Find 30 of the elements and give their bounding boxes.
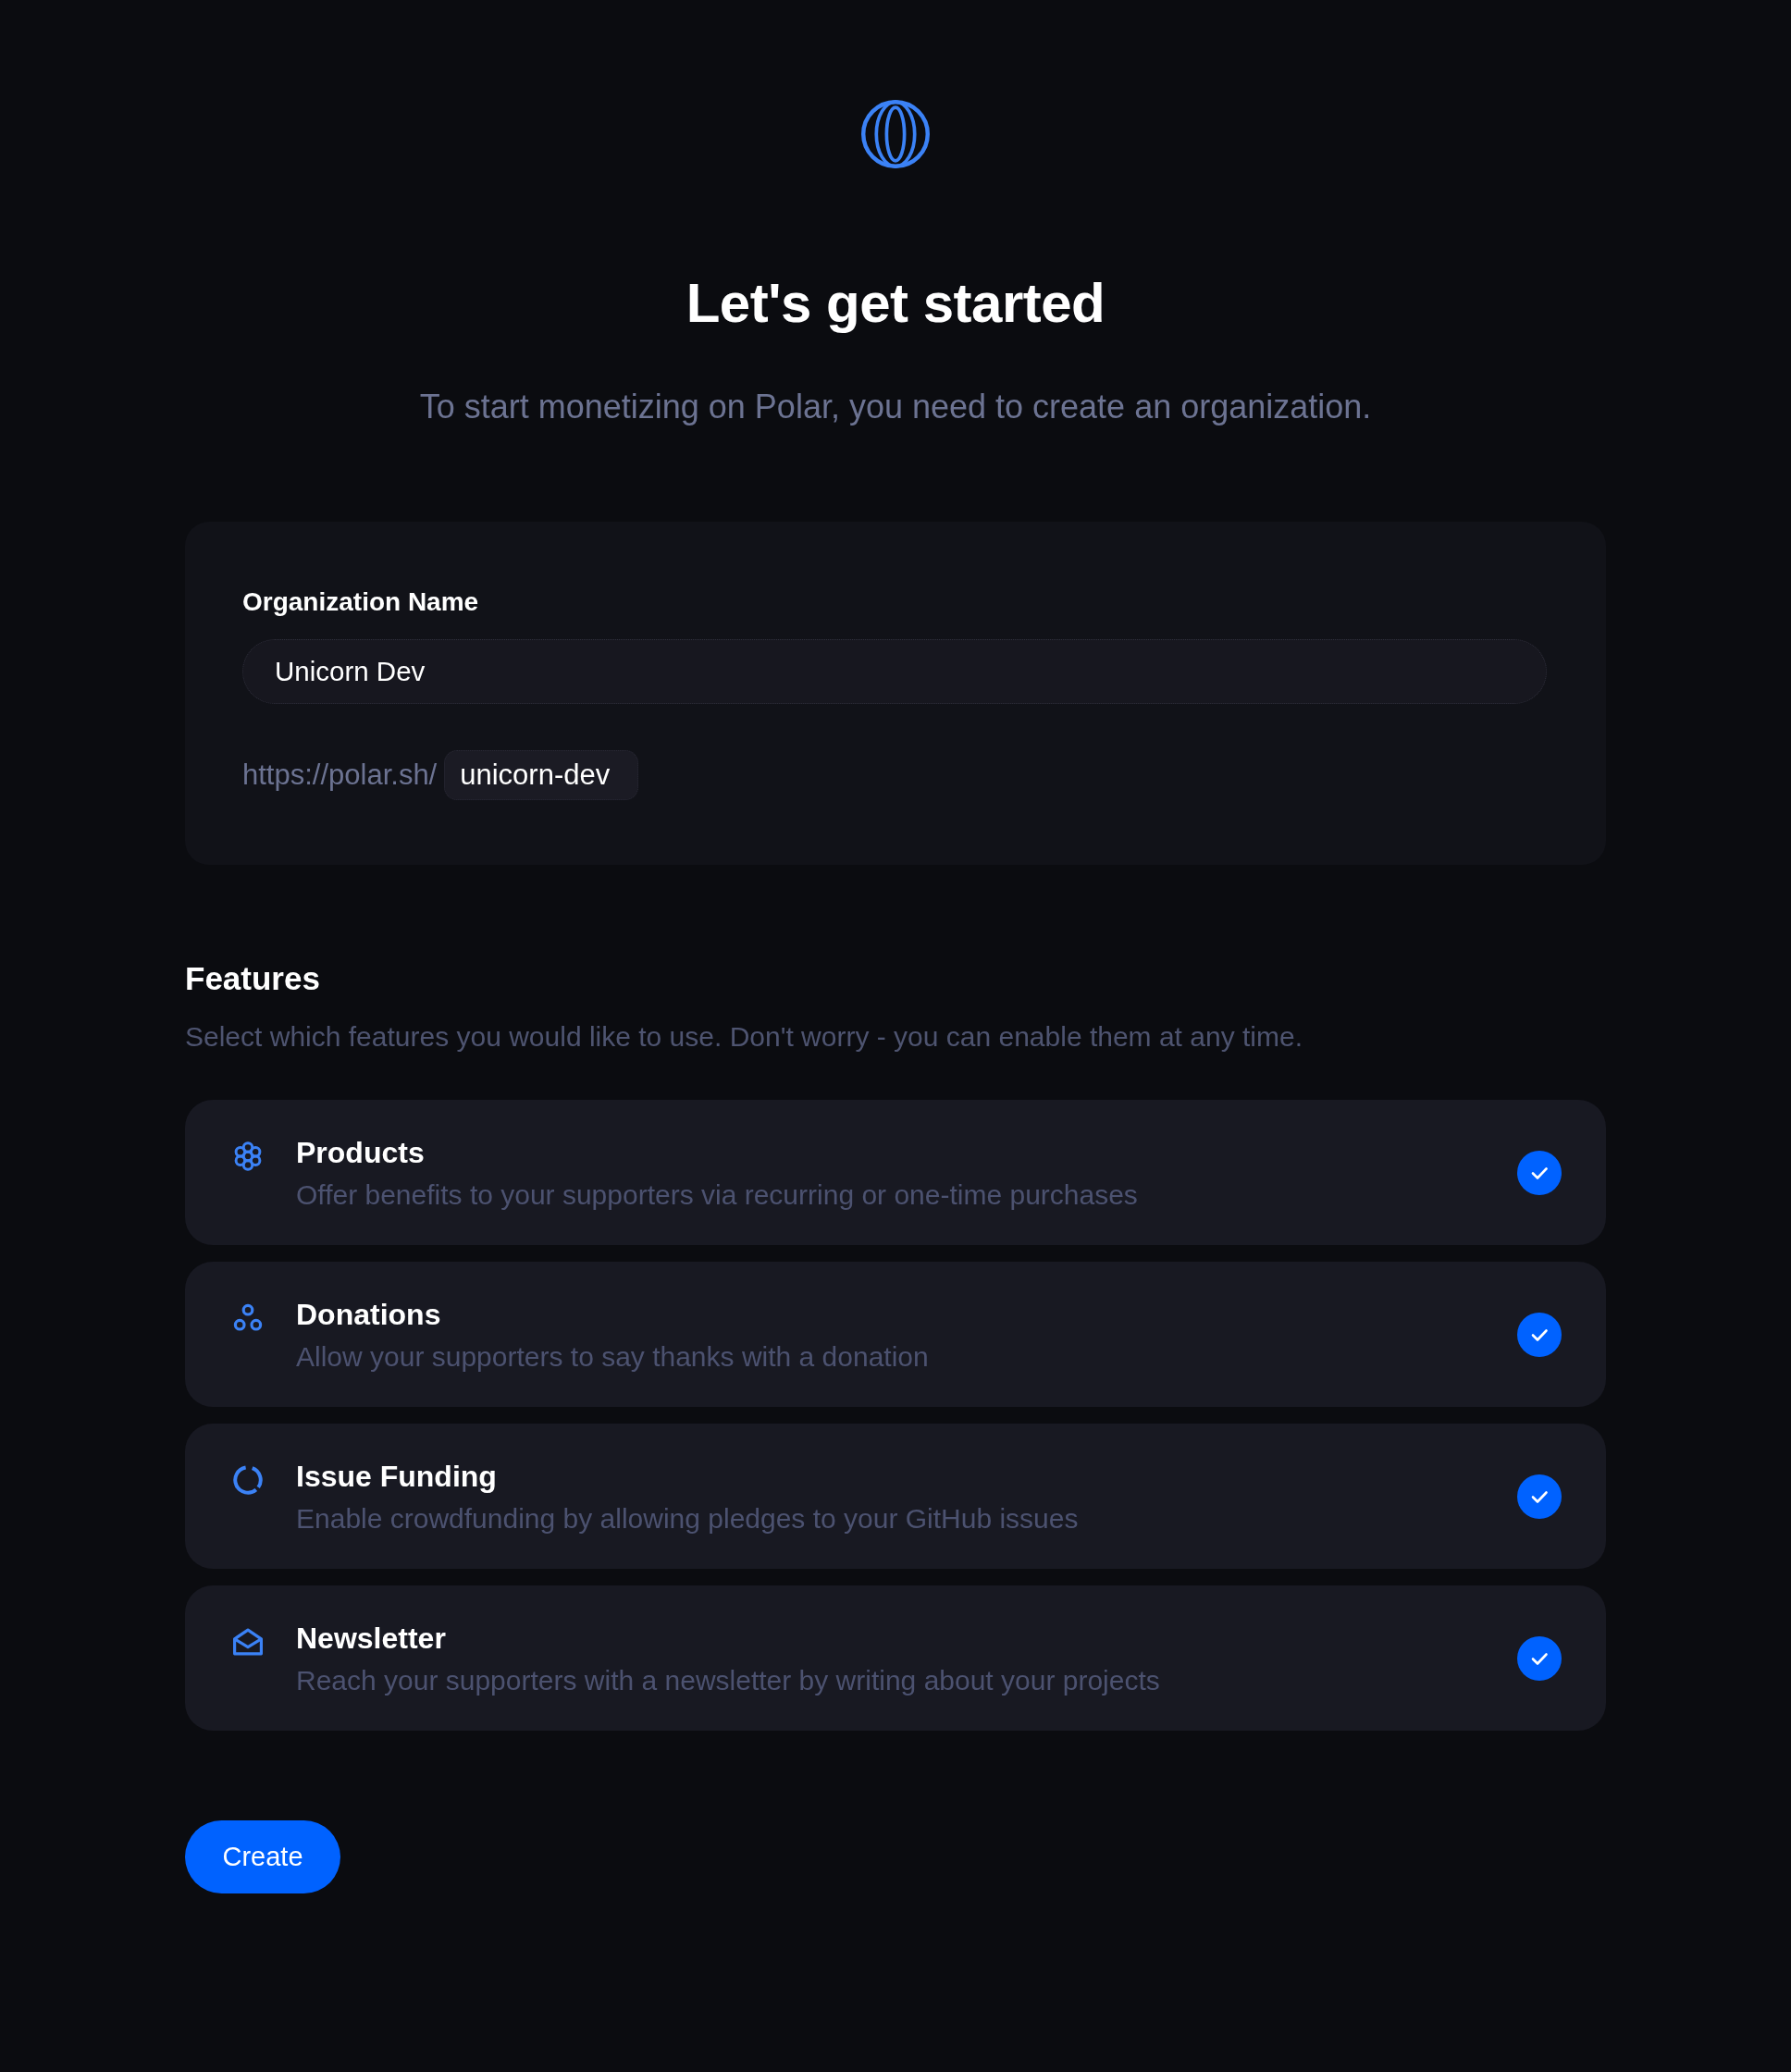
feature-description: Enable crowdfunding by allowing pledges to your GitHub issues [296, 1501, 1080, 1536]
hexagon-cluster-icon [233, 1141, 263, 1171]
segmented-ring-icon [233, 1465, 263, 1495]
feature-title: Donations [296, 1296, 442, 1333]
page-title: Let's get started [686, 271, 1105, 336]
feature-card[interactable]: Issue Funding Enable crowdfunding by allowing pledges to your GitHub issues [185, 1424, 1606, 1569]
url-prefix: https://polar.sh/ [242, 758, 438, 792]
section-description: Select which features you would like to use. Don't worry - you can enable them at any time. [185, 1020, 1303, 1054]
create-button[interactable]: Create [185, 1820, 340, 1893]
checked-circle-icon[interactable] [1517, 1635, 1562, 1681]
feature-title: Products [296, 1134, 426, 1171]
slug-field[interactable]: unicorn-dev [444, 750, 639, 800]
checked-circle-icon[interactable] [1517, 1150, 1562, 1195]
field-label: Organization Name [242, 586, 480, 618]
feature-card[interactable]: Donations Allow your supporters to say thanks with a donation [185, 1262, 1606, 1407]
feature-card[interactable]: Products Offer benefits to your supporters via recurring or one-time purchases [185, 1100, 1606, 1245]
feature-description: Offer benefits to your supporters via recurring or one-time purchases [296, 1178, 1139, 1212]
page-subtitle: To start monetizing on Polar, you need to create an organization. [419, 387, 1372, 427]
section-title: Features [185, 959, 321, 998]
envelope-icon [233, 1627, 263, 1657]
logo-icon [861, 100, 930, 168]
feature-title: Issue Funding [296, 1458, 498, 1495]
checked-circle-icon[interactable] [1517, 1312, 1562, 1357]
feature-description: Allow your supporters to say thanks with a donation [296, 1339, 930, 1374]
feature-description: Reach your supporters with a newsletter by writing about your projects [296, 1663, 1161, 1697]
feature-title: Newsletter [296, 1620, 447, 1657]
feature-card[interactable]: Newsletter Reach your supporters with a newsletter by writing about your projects [185, 1585, 1606, 1731]
organization-name-field[interactable]: Unicorn Dev [242, 639, 1547, 704]
three-circles-icon [233, 1303, 263, 1333]
checked-circle-icon[interactable] [1517, 1474, 1562, 1519]
